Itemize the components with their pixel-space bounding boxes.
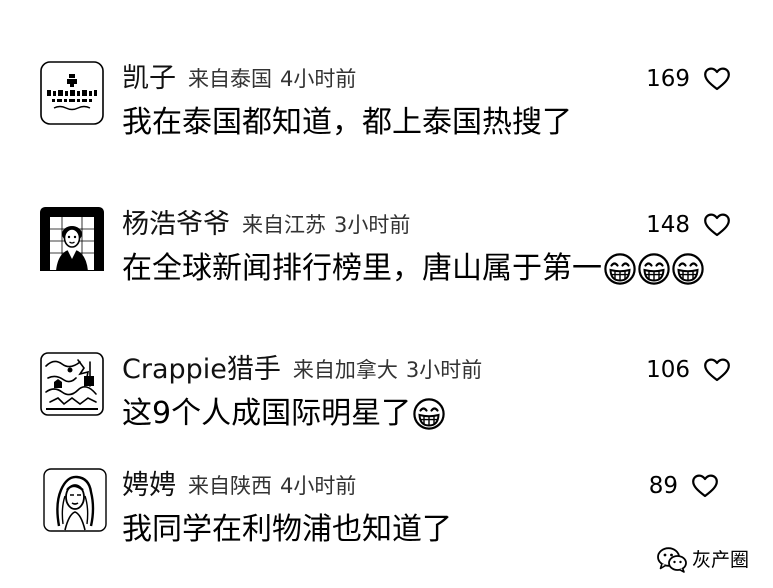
location-label: 来自加拿大 [292,358,398,382]
username[interactable]: 杨浩爷爷 [122,210,230,240]
like-count: 106 [646,357,690,383]
username[interactable]: Crappie猎手 [122,355,281,385]
grinning-face-emoji-icon [413,398,445,430]
timestamp: 4小时前 [280,67,357,91]
watermark: 灰产圈 [656,545,749,575]
like-button[interactable]: 169 [646,64,730,94]
comment-item: 杨浩爷爷 来自江苏 3小时前 148 在全球新闻排行榜里，唐山属于第一 [0,207,773,291]
avatar[interactable] [40,207,104,271]
location-label: 来自陕西 [188,474,272,498]
comment-header: 杨浩爷爷 来自江苏 3小时前 [122,210,410,240]
avatar[interactable] [40,61,104,125]
comment-item: 娉娉 来自陕西 4小时前 89 我同学在利物浦也知道了 [0,468,773,552]
location-label: 来自江苏 [242,213,326,237]
location-label: 来自泰国 [188,67,272,91]
like-count: 169 [646,66,690,92]
comment-body: 我在泰国都知道，都上泰国热搜了 [122,105,574,141]
comment-meta: 来自加拿大 3小时前 [293,355,482,385]
comment-text[interactable]: 我同学在利物浦也知道了 [122,512,452,548]
avatar[interactable] [40,352,104,416]
like-count: 89 [648,473,678,499]
timestamp: 3小时前 [334,213,411,237]
heart-icon[interactable] [704,358,730,382]
comment-header: 娉娉 来自陕西 4小时前 [122,471,356,501]
grinning-face-emoji-icon [604,253,636,285]
heart-icon[interactable] [692,474,718,498]
like-button[interactable]: 89 [649,471,718,501]
comment-item: 凯子 来自泰国 4小时前 169 我在泰国都知道，都上泰国热搜了 [0,61,773,145]
comment-body: 这9个人成国际明星了 [122,396,445,432]
grinning-face-emoji-icon [672,253,704,285]
comment-text[interactable]: 我在泰国都知道，都上泰国热搜了 [122,105,572,141]
comment-item: Crappie猎手 来自加拿大 3小时前 106 这9个人成国际明星了 [0,352,773,436]
wechat-icon [656,546,688,574]
like-count: 148 [646,212,690,238]
comment-text[interactable]: 在全球新闻排行榜里，唐山属于第一 [122,251,602,287]
comment-text[interactable]: 这9个人成国际明星了 [122,396,411,432]
grinning-face-emoji-icon [638,253,670,285]
comment-header: Crappie猎手 来自加拿大 3小时前 [122,355,482,385]
avatar-image [40,352,104,416]
avatar-image [40,207,104,271]
watermark-text: 灰产圈 [692,549,750,571]
avatar-image [43,468,107,532]
username[interactable]: 娉娉 [122,471,176,501]
like-button[interactable]: 106 [646,355,730,385]
avatar[interactable] [43,468,107,532]
like-button[interactable]: 148 [646,210,730,240]
comment-section: 凯子 来自泰国 4小时前 169 我在泰国都知道，都上泰国热搜了 杨浩爷爷 来自… [0,0,773,588]
comment-meta: 来自陕西 4小时前 [188,471,356,501]
emoji-group [413,398,445,430]
heart-icon[interactable] [704,213,730,237]
username[interactable]: 凯子 [122,64,176,94]
comment-meta: 来自泰国 4小时前 [188,64,356,94]
comment-body: 在全球新闻排行榜里，唐山属于第一 [122,251,704,287]
comment-body: 我同学在利物浦也知道了 [122,512,454,548]
timestamp: 4小时前 [280,474,357,498]
heart-icon[interactable] [704,67,730,91]
timestamp: 3小时前 [405,358,483,382]
avatar-image [40,61,104,125]
emoji-group [604,253,704,285]
comment-meta: 来自江苏 3小时前 [242,210,410,240]
comment-header: 凯子 来自泰国 4小时前 [122,64,356,94]
